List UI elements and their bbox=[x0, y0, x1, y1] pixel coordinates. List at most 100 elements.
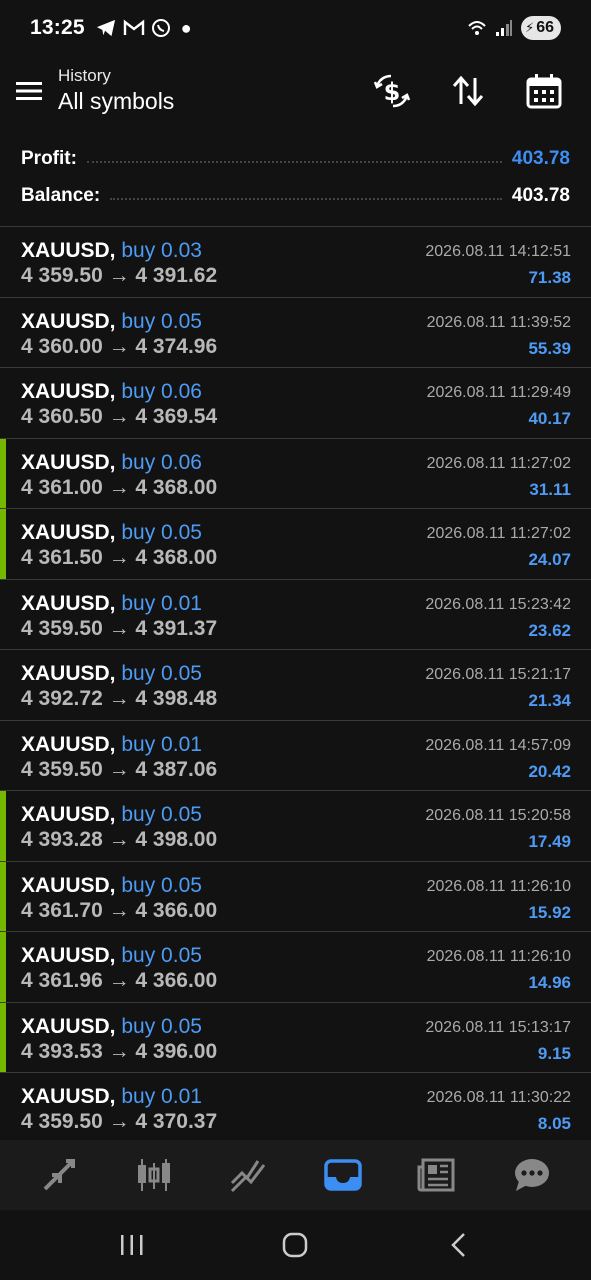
nav-chart[interactable] bbox=[119, 1145, 189, 1205]
recent-apps-button[interactable] bbox=[102, 1215, 162, 1275]
deal-prices: 4 360.00 → 4 374.96 bbox=[21, 334, 218, 358]
deal-time: 2026.08.11 15:23:42 bbox=[425, 595, 571, 613]
deal-row[interactable]: XAUUSD, buy 0.05 4 361.96 → 4 366.00 2026.… bbox=[0, 932, 591, 1003]
hamburger-icon bbox=[16, 82, 42, 100]
deal-side-volume: buy 0.01 bbox=[121, 1085, 202, 1108]
back-button[interactable] bbox=[429, 1215, 489, 1275]
balance-row: Balance: 403.78 bbox=[0, 177, 591, 214]
wifi-icon bbox=[468, 21, 486, 35]
deposit-button[interactable]: $ bbox=[365, 64, 419, 118]
deal-title: XAUUSD, buy 0.05 bbox=[21, 803, 202, 827]
deal-title: XAUUSD, buy 0.05 bbox=[21, 944, 202, 968]
nav-quotes[interactable] bbox=[24, 1145, 94, 1205]
page-subtitle: History bbox=[58, 66, 111, 85]
status-bar: 13:25 ● ⚡ 66 bbox=[0, 0, 591, 56]
deal-profit: 71.38 bbox=[528, 268, 571, 287]
deal-time: 2026.08.11 15:20:58 bbox=[425, 807, 571, 824]
dollar-exchange-icon: $ bbox=[373, 74, 411, 108]
nav-trade[interactable] bbox=[213, 1145, 283, 1205]
deal-row[interactable]: XAUUSD, buy 0.01 4 359.50 → 4 370.37 2026.… bbox=[0, 1073, 591, 1144]
deal-time: 2026.08.11 11:29:49 bbox=[426, 384, 571, 401]
deal-profit: 20.42 bbox=[528, 761, 571, 781]
signal-icon bbox=[496, 20, 513, 36]
app-bar: History All symbols $ bbox=[0, 56, 591, 126]
deal-title: XAUUSD, buy 0.01 bbox=[21, 1085, 202, 1109]
deal-row[interactable]: XAUUSD, buy 0.05 4 361.50 → 4 368.00 2026.… bbox=[0, 509, 591, 580]
deal-prices: 4 359.50 → 4 391.62 bbox=[21, 264, 218, 287]
quotes-icon bbox=[43, 1159, 76, 1191]
title-block[interactable]: History All symbols bbox=[58, 66, 174, 116]
deal-symbol: XAUUSD, bbox=[21, 732, 116, 756]
deal-side-volume: buy 0.01 bbox=[121, 732, 202, 756]
deal-profit: 14.96 bbox=[528, 973, 571, 992]
balance-value: 403.78 bbox=[511, 184, 570, 206]
menu-button[interactable] bbox=[0, 61, 58, 121]
deal-symbol: XAUUSD, bbox=[21, 662, 116, 685]
deal-time: 2026.08.11 14:57:09 bbox=[425, 736, 571, 754]
deal-prices: 4 359.50 → 4 387.06 bbox=[21, 757, 218, 781]
deal-symbol: XAUUSD, bbox=[21, 239, 116, 262]
deal-row[interactable]: XAUUSD, buy 0.06 4 361.00 → 4 368.00 2026.… bbox=[0, 438, 591, 509]
candlestick-chart-icon bbox=[137, 1159, 170, 1191]
page-title: All symbols bbox=[58, 88, 175, 114]
deal-row[interactable]: XAUUSD, buy 0.05 4 360.00 → 4 374.96 2026.… bbox=[0, 298, 591, 368]
home-button[interactable] bbox=[265, 1215, 325, 1275]
recent-apps-icon bbox=[120, 1235, 143, 1255]
deal-profit: 40.17 bbox=[528, 409, 571, 428]
deal-row[interactable]: XAUUSD, buy 0.06 4 360.50 → 4 369.54 2026.… bbox=[0, 368, 591, 439]
deal-symbol: XAUUSD, bbox=[21, 380, 116, 403]
deal-title: XAUUSD, buy 0.03 bbox=[21, 239, 202, 263]
deal-time: 2026.08.11 11:27:02 bbox=[426, 525, 571, 542]
battery-level: 66 bbox=[536, 19, 554, 36]
news-icon bbox=[417, 1158, 455, 1192]
deal-time: 2026.08.11 14:12:51 bbox=[425, 243, 571, 260]
dotted-leader bbox=[110, 197, 502, 200]
telegram-icon bbox=[96, 19, 115, 37]
deal-title: XAUUSD, buy 0.01 bbox=[21, 733, 202, 757]
deal-list: XAUUSD, buy 0.03 4 359.50 → 4 391.62 2026.… bbox=[0, 226, 591, 1144]
deal-prices: 4 359.50 → 4 391.37 bbox=[21, 616, 218, 640]
deal-prices: 4 359.50 → 4 370.37 bbox=[21, 1110, 218, 1133]
deal-row[interactable]: XAUUSD, buy 0.05 4 393.53 → 4 396.00 2026.… bbox=[0, 1002, 591, 1073]
deal-title: XAUUSD, buy 0.05 bbox=[21, 521, 202, 545]
deal-prices: 4 393.53 → 4 396.00 bbox=[21, 1039, 218, 1063]
sort-button[interactable] bbox=[441, 64, 495, 118]
deal-time: 2026.08.11 11:26:10 bbox=[426, 877, 571, 895]
deal-prices: 4 361.00 → 4 368.00 bbox=[21, 475, 218, 499]
nav-history[interactable] bbox=[308, 1145, 378, 1205]
profit-label: Profit: bbox=[21, 147, 77, 169]
system-navigation bbox=[0, 1210, 591, 1280]
deal-symbol: XAUUSD, bbox=[21, 1014, 116, 1038]
deal-side-volume: buy 0.05 bbox=[121, 662, 202, 685]
deal-profit: 17.49 bbox=[528, 832, 571, 851]
deal-prices: 4 361.70 → 4 366.00 bbox=[21, 898, 218, 922]
nav-chat[interactable] bbox=[497, 1145, 567, 1205]
date-filter-button[interactable] bbox=[517, 64, 571, 118]
deal-profit: 15.92 bbox=[528, 902, 571, 922]
trade-icon bbox=[231, 1160, 266, 1193]
deal-row[interactable]: XAUUSD, buy 0.05 4 393.28 → 4 398.00 2026.… bbox=[0, 791, 591, 862]
deal-row[interactable]: XAUUSD, buy 0.03 4 359.50 → 4 391.62 2026.… bbox=[0, 227, 591, 298]
deal-side-volume: buy 0.05 bbox=[121, 1014, 202, 1038]
deal-title: XAUUSD, buy 0.06 bbox=[21, 451, 202, 475]
battery-indicator: ⚡ 66 bbox=[521, 16, 561, 40]
summary-panel: Profit: 403.78 Balance: 403.78 bbox=[0, 140, 591, 214]
deal-symbol: XAUUSD, bbox=[21, 591, 116, 615]
deal-profit: 21.34 bbox=[528, 691, 571, 710]
deal-row[interactable]: XAUUSD, buy 0.01 4 359.50 → 4 391.37 2026.… bbox=[0, 580, 591, 650]
deal-profit: 8.05 bbox=[537, 1114, 571, 1133]
profit-value: 403.78 bbox=[511, 147, 570, 169]
notification-icons: ● bbox=[95, 18, 192, 39]
deal-row[interactable]: XAUUSD, buy 0.01 4 359.50 → 4 387.06 2026.… bbox=[0, 721, 591, 791]
toolbar-actions: $ bbox=[365, 64, 591, 118]
calendar-icon bbox=[526, 74, 562, 109]
status-time: 13:25 bbox=[30, 16, 85, 39]
deal-row[interactable]: XAUUSD, buy 0.05 4 392.72 → 4 398.48 2026.… bbox=[0, 650, 591, 721]
deal-time: 2026.08.11 11:39:52 bbox=[426, 313, 571, 331]
deal-side-volume: buy 0.06 bbox=[121, 450, 202, 474]
more-notifications-dot: ● bbox=[180, 17, 192, 38]
nav-news[interactable] bbox=[402, 1145, 472, 1205]
deal-row[interactable]: XAUUSD, buy 0.05 4 361.70 → 4 366.00 2026.… bbox=[0, 861, 591, 932]
deal-profit: 23.62 bbox=[528, 620, 571, 640]
deal-prices: 4 361.96 → 4 366.00 bbox=[21, 969, 218, 992]
